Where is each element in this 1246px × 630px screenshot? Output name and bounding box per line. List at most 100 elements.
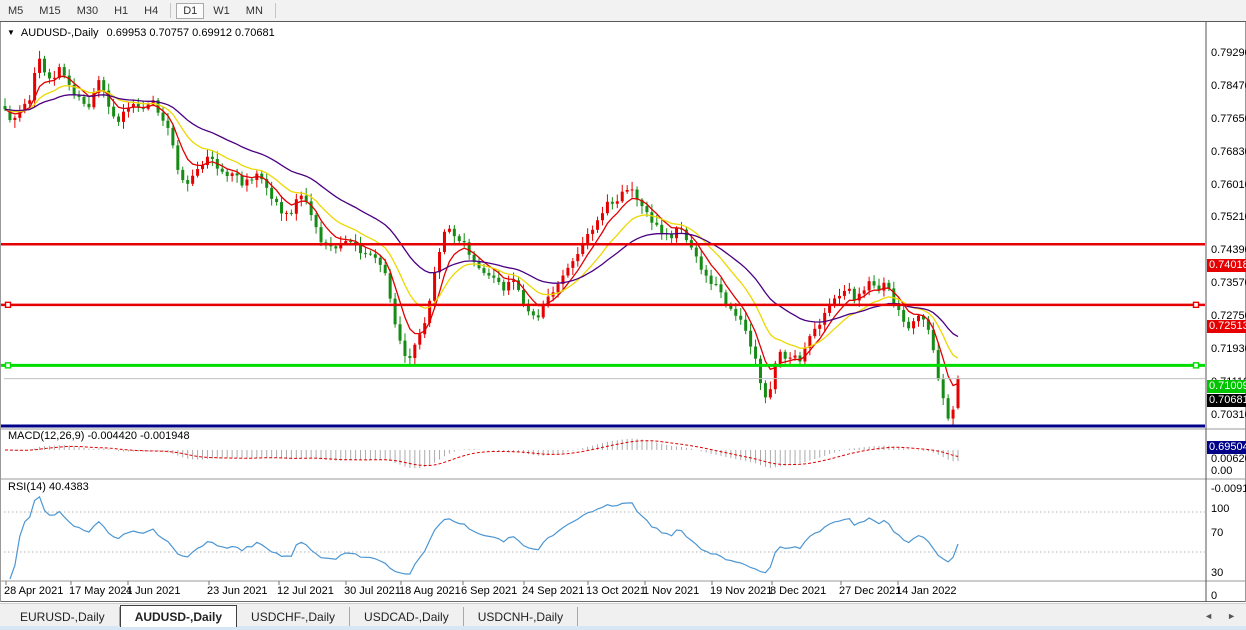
candle-body	[833, 298, 836, 304]
candle-body	[403, 341, 406, 356]
support-line-green-price-tag: 0.71009	[1207, 380, 1246, 393]
candle-body	[576, 254, 579, 261]
candle-body	[196, 169, 199, 176]
candle-body	[191, 176, 194, 184]
candle-body	[660, 225, 663, 233]
candle-body	[320, 227, 323, 242]
candle-body	[557, 284, 560, 292]
price-tick[interactable]: 0.70310	[1211, 409, 1246, 422]
timeframe-button-h4[interactable]: H4	[137, 3, 165, 19]
candle-body	[631, 189, 634, 190]
candle-body	[957, 379, 960, 408]
candle-body	[818, 325, 821, 329]
candle-body	[290, 213, 293, 214]
candle-body	[823, 313, 826, 325]
candle-body	[606, 202, 609, 213]
timeframe-button-m5[interactable]: M5	[1, 3, 30, 19]
candle-body	[48, 72, 51, 78]
candle-body	[715, 284, 718, 285]
candle-body	[601, 213, 604, 220]
candle-body	[448, 229, 451, 232]
candle-body	[433, 272, 436, 300]
toolbar-separator	[170, 3, 171, 18]
price-tick[interactable]: 0.74390	[1211, 244, 1246, 257]
price-tick[interactable]: 0.71930	[1211, 343, 1246, 356]
tab-eurusd-daily[interactable]: EURUSD-,Daily	[6, 607, 120, 627]
resistance-line-lower-handle[interactable]	[1194, 302, 1199, 307]
tab-audusd-daily[interactable]: AUDUSD-,Daily	[120, 605, 237, 627]
macd-histogram	[5, 439, 958, 469]
price-tick[interactable]: 0.79290	[1211, 47, 1246, 60]
candle-body	[873, 281, 876, 285]
macd-name: MACD(12,26,9)	[8, 430, 84, 442]
candle-body	[596, 220, 599, 230]
support-line-green-handle[interactable]	[6, 363, 11, 368]
price-tick[interactable]: 0.76830	[1211, 146, 1246, 159]
price-tick[interactable]: 0.73570	[1211, 277, 1246, 290]
timeframe-button-mn[interactable]: MN	[239, 3, 270, 19]
candle-body	[616, 201, 619, 203]
chart-tabbar: EURUSD-,Daily AUDUSD-,Daily USDCHF-,Dail…	[0, 603, 1246, 627]
timeframe-button-m15[interactable]: M15	[32, 3, 67, 19]
tab-scroll-left-icon[interactable]: ◄	[1204, 611, 1213, 621]
candle-body	[270, 188, 273, 199]
candle-body	[211, 157, 214, 159]
candle-body	[507, 282, 510, 290]
candle-body	[83, 97, 86, 104]
candle-body	[310, 201, 313, 215]
price-tick[interactable]: 0.78470	[1211, 80, 1246, 93]
ma-slow-line	[5, 95, 958, 337]
candle-body	[280, 202, 283, 213]
candle-body	[650, 212, 653, 223]
candle-body	[443, 232, 446, 252]
candle-body	[848, 289, 851, 291]
price-tick[interactable]: 0.76010	[1211, 179, 1246, 192]
chevron-down-icon[interactable]: ▼	[7, 28, 15, 37]
date-axis-label: 14 Jan 2022	[896, 585, 957, 597]
candle-body	[863, 290, 866, 293]
candle-body	[497, 278, 500, 282]
candle-body	[917, 316, 920, 322]
date-axis-label: 8 Dec 2021	[770, 585, 826, 597]
candle-body	[463, 241, 466, 242]
tab-usdchf-daily[interactable]: USDCHF-,Daily	[237, 607, 350, 627]
tab-scroll-right-icon[interactable]: ►	[1227, 611, 1236, 621]
timeframe-toolbar: M5 M15 M30 H1 H4 D1 W1 MN	[0, 0, 1246, 21]
resistance-line-lower-handle[interactable]	[6, 302, 11, 307]
candle-body	[724, 292, 727, 305]
candle-body	[394, 299, 397, 325]
candle-body	[784, 352, 787, 359]
price-tick[interactable]: 0.75210	[1211, 211, 1246, 224]
timeframe-button-w1[interactable]: W1	[206, 3, 237, 19]
macd-current-values: -0.004420 -0.001948	[87, 430, 189, 442]
candle-body	[764, 383, 767, 397]
macd-axis-tick: -0.009197	[1211, 483, 1246, 496]
rsi-name: RSI(14)	[8, 481, 46, 493]
tab-scroll-arrows: ◄ ►	[1204, 604, 1246, 627]
timeframe-button-m30[interactable]: M30	[70, 3, 105, 19]
chart-title: ▼AUDUSD-,Daily0.69953 0.70757 0.69912 0.…	[7, 27, 275, 39]
timeframe-button-h1[interactable]: H1	[107, 3, 135, 19]
rsi-indicator-label: RSI(14) 40.4383	[8, 481, 89, 493]
date-axis-label: 13 Oct 2021	[586, 585, 646, 597]
candle-body	[102, 80, 105, 90]
support-line-green-handle[interactable]	[1194, 363, 1199, 368]
candle-body	[63, 67, 66, 76]
candle-body	[734, 309, 737, 316]
chart-canvas[interactable]	[0, 22, 1246, 603]
candle-body	[882, 283, 885, 291]
price-tick[interactable]: 0.77650	[1211, 113, 1246, 126]
candle-body	[38, 59, 41, 73]
timeframe-button-d1[interactable]: D1	[176, 3, 204, 19]
date-axis-label: 24 Sep 2021	[522, 585, 584, 597]
candle-body	[364, 253, 367, 254]
candle-body	[754, 347, 757, 359]
candle-body	[369, 254, 372, 255]
candle-body	[710, 276, 713, 284]
candle-body	[586, 234, 589, 243]
chart-window: ▼AUDUSD-,Daily0.69953 0.70757 0.69912 0.…	[0, 21, 1246, 602]
candle-body	[942, 379, 945, 398]
tab-usdcnh-daily[interactable]: USDCNH-,Daily	[464, 607, 578, 627]
tab-usdcad-daily[interactable]: USDCAD-,Daily	[350, 607, 464, 627]
candle-body	[902, 310, 905, 322]
